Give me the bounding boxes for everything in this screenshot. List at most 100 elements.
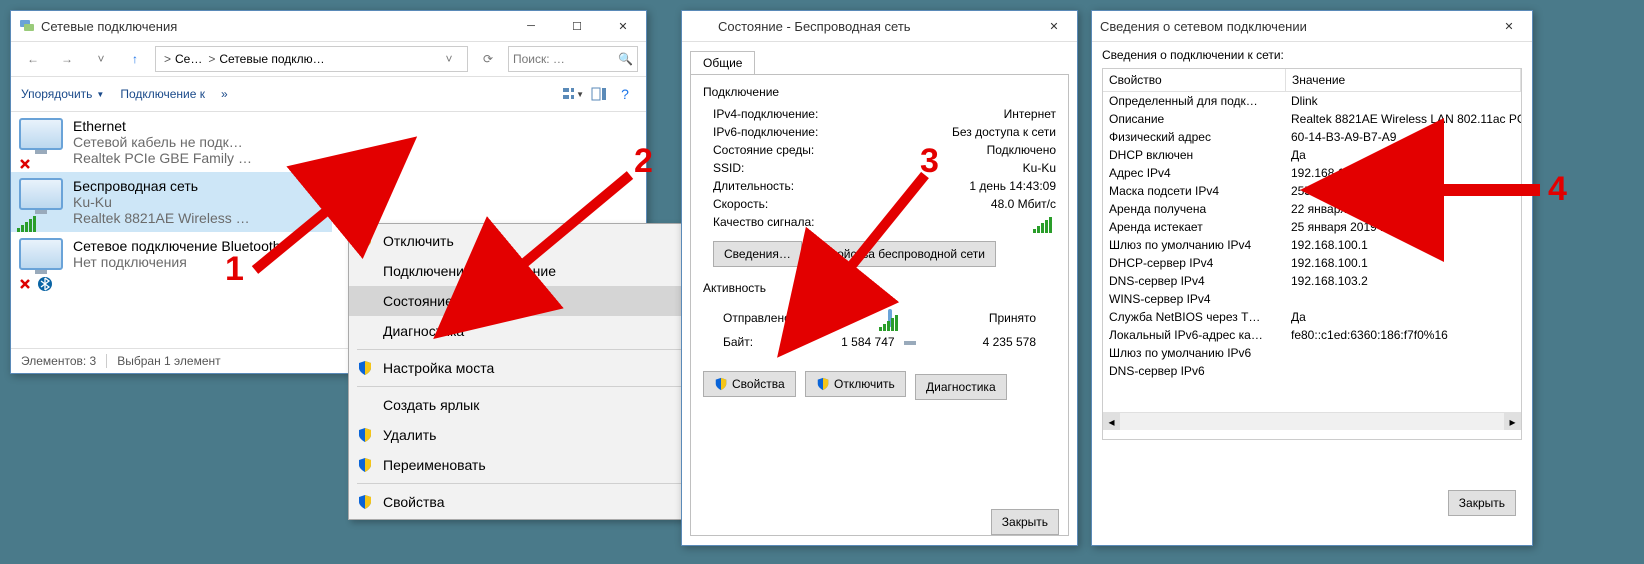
table-row[interactable]: Аренда получена22 января 2019 г. 22:23:3… <box>1103 200 1521 218</box>
status-row: Качество сигнала: <box>713 213 1056 231</box>
property-name: Физический адрес <box>1103 129 1285 145</box>
property-name: Определенный для подк… <box>1103 93 1285 109</box>
preview-pane-button[interactable] <box>588 83 610 105</box>
diagnose-button[interactable]: Диагностика <box>915 374 1007 400</box>
maximize-button[interactable]: ☐ <box>554 11 600 41</box>
menu-item[interactable]: Подключение Отключение <box>349 256 729 286</box>
table-row[interactable]: Аренда истекает25 января 2019 г. 12:49:3… <box>1103 218 1521 236</box>
titlebar[interactable]: Сведения о сетевом подключении ✕ <box>1092 11 1532 42</box>
wireless-properties-button[interactable]: Свойства беспроводной сети <box>811 241 996 267</box>
table-row[interactable]: Служба NetBIOS через T…Да <box>1103 308 1521 326</box>
close-button[interactable]: ✕ <box>1486 11 1532 41</box>
connection-ethernet[interactable]: Ethernet Сетевой кабель не подк… Realtek… <box>11 112 332 172</box>
property-name: DNS-сервер IPv6 <box>1103 363 1285 379</box>
property-name: WINS-сервер IPv4 <box>1103 291 1285 307</box>
shield-icon <box>357 457 373 473</box>
property-name: DNS-сервер IPv4 <box>1103 273 1285 289</box>
search-placeholder: Поиск: … <box>513 52 565 66</box>
tab-strip: Общие <box>682 42 1077 74</box>
breadcrumb-seg[interactable]: Сетевые подклю… <box>219 52 324 66</box>
breadcrumb-seg[interactable]: Се… <box>175 52 202 66</box>
property-name: Аренда истекает <box>1103 219 1285 235</box>
table-row[interactable]: Маска подсети IPv4255.255.255.0 <box>1103 182 1521 200</box>
scroll-left-button[interactable]: ◂ <box>1103 413 1120 430</box>
menu-item-label: Настройка моста <box>383 360 494 376</box>
close-dialog-button[interactable]: Закрыть <box>1448 490 1516 516</box>
details-button[interactable]: Сведения… <box>713 241 802 267</box>
property-value <box>1285 291 1521 307</box>
table-row[interactable]: Локальный IPv6-адрес ка…fe80::c1ed:6360:… <box>1103 326 1521 344</box>
connection-details-window: Сведения о сетевом подключении ✕ Сведени… <box>1091 10 1533 546</box>
titlebar[interactable]: Сетевые подключения ─ ☐ ✕ <box>11 11 646 42</box>
toolbar-overflow[interactable]: » <box>221 87 228 101</box>
property-name: Адрес IPv4 <box>1103 165 1285 181</box>
table-row[interactable]: Физический адрес60-14-B3-A9-B7-A9 <box>1103 128 1521 146</box>
table-row[interactable]: DNS-сервер IPv4192.168.103.2 <box>1103 272 1521 290</box>
connection-bluetooth[interactable]: Сетевое подключение Bluetooth Нет подклю… <box>11 232 332 292</box>
wireless-status-window: Состояние - Беспроводная сеть ✕ Общие По… <box>681 10 1078 546</box>
tab-general[interactable]: Общие <box>690 51 755 74</box>
col-property[interactable]: Свойство <box>1103 69 1286 91</box>
path-box[interactable]: > Се… > Сетевые подклю… ˅ <box>155 46 468 72</box>
table-row[interactable]: Определенный для подк…Dlink <box>1103 92 1521 110</box>
view-options-button[interactable]: ▼ <box>562 83 584 105</box>
table-row[interactable]: DNS-сервер IPv6 <box>1103 362 1521 380</box>
menu-item[interactable]: Свойства <box>349 487 729 517</box>
status-value: 48.0 Мбит/с <box>991 197 1056 211</box>
recent-dropdown[interactable]: ˅ <box>87 47 115 71</box>
status-row: SSID:Ku-Ku <box>713 159 1056 177</box>
property-value: Realtek 8821AE Wireless LAN 802.11ac PCI… <box>1285 111 1521 127</box>
search-box[interactable]: Поиск: … 🔍 <box>508 46 638 72</box>
table-row[interactable]: ОписаниеRealtek 8821AE Wireless LAN 802.… <box>1103 110 1521 128</box>
tab-body: Подключение IPv4-подключение:ИнтернетIPv… <box>690 74 1069 536</box>
organize-menu[interactable]: Упорядочить▼ <box>21 87 104 101</box>
table-row[interactable]: WINS-сервер IPv4 <box>1103 290 1521 308</box>
up-button[interactable]: ↑ <box>121 47 149 71</box>
refresh-button[interactable]: ⟳ <box>474 47 502 71</box>
connect-to-menu[interactable]: Подключение к <box>120 87 205 101</box>
back-button[interactable]: ← <box>19 47 47 71</box>
property-name: Описание <box>1103 111 1285 127</box>
table-row[interactable]: Адрес IPv4192.168.100.8 <box>1103 164 1521 182</box>
property-value <box>1285 363 1521 379</box>
received-label: Принято <box>989 311 1036 325</box>
menu-item[interactable]: Настройка моста <box>349 353 729 383</box>
menu-item[interactable]: Отключить <box>349 226 729 256</box>
close-dialog-button[interactable]: Закрыть <box>991 509 1059 535</box>
property-value <box>1285 345 1521 361</box>
horizontal-scrollbar[interactable]: ◂ ▸ <box>1103 412 1521 430</box>
shield-icon <box>357 494 373 510</box>
close-button[interactable]: ✕ <box>1031 11 1077 41</box>
status-value: Без доступа к сети <box>952 125 1056 139</box>
forward-button[interactable]: → <box>53 47 81 71</box>
minimize-button[interactable]: ─ <box>508 11 554 41</box>
connection-wireless[interactable]: Беспроводная сеть Ku-Ku Realtek 8821AE W… <box>11 172 332 232</box>
menu-item[interactable]: Создать ярлык <box>349 390 729 420</box>
scroll-right-button[interactable]: ▸ <box>1504 413 1521 430</box>
property-name: DHCP включен <box>1103 147 1285 163</box>
menu-item[interactable]: Удалить <box>349 420 729 450</box>
property-name: Служба NetBIOS через T… <box>1103 309 1285 325</box>
table-row[interactable]: Шлюз по умолчанию IPv6 <box>1103 344 1521 362</box>
toolbar: Упорядочить▼ Подключение к » ▼ ? <box>11 77 646 112</box>
menu-item-label: Подключение Отключение <box>383 263 556 279</box>
window-title: Состояние - Беспроводная сеть <box>718 19 1031 34</box>
shield-icon <box>357 427 373 443</box>
path-dropdown[interactable]: ˅ <box>435 47 463 71</box>
close-button[interactable]: ✕ <box>600 11 646 41</box>
col-value[interactable]: Значение <box>1286 69 1521 91</box>
titlebar[interactable]: Состояние - Беспроводная сеть ✕ <box>682 11 1077 42</box>
table-row[interactable]: DHCP-сервер IPv4192.168.100.1 <box>1103 254 1521 272</box>
status-selected: Выбран 1 элемент <box>117 354 220 368</box>
menu-item-label: Создать ярлык <box>383 397 479 413</box>
table-row[interactable]: DHCP включенДа <box>1103 146 1521 164</box>
help-button[interactable]: ? <box>614 83 636 105</box>
menu-item[interactable]: Переименовать <box>349 450 729 480</box>
property-value: 25 января 2019 г. 12:49:37 <box>1285 219 1521 235</box>
disable-button[interactable]: Отключить <box>805 371 906 397</box>
menu-item[interactable]: Состояние <box>349 286 729 316</box>
table-row[interactable]: Шлюз по умолчанию IPv4192.168.100.1 <box>1103 236 1521 254</box>
menu-item[interactable]: Диагностика <box>349 316 729 346</box>
properties-button[interactable]: Свойства <box>703 371 796 397</box>
bluetooth-icon <box>19 238 67 286</box>
